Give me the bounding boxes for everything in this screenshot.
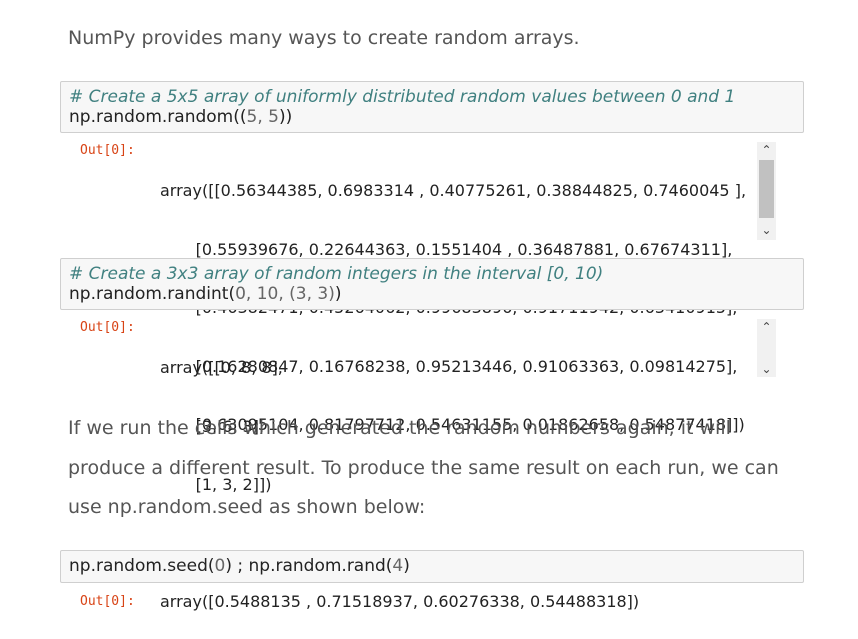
code-line: np.random.seed(0) ; np.random.rand(4) — [69, 556, 795, 576]
code-number: 5, 5 — [246, 107, 279, 127]
code-cell-3-input[interactable]: np.random.seed(0) ; np.random.rand(4) — [60, 550, 804, 583]
scroll-thumb[interactable] — [759, 160, 774, 218]
output-line: array([[0, 8, 8], — [160, 358, 283, 377]
code-text: np.random.seed( — [69, 556, 215, 576]
code-text: )) — [278, 107, 293, 127]
code-number: 0, 10, (3, 3) — [235, 284, 335, 304]
code-cell-3-output: array([0.5488135 , 0.71518937, 0.6027633… — [160, 592, 640, 611]
scroll-up-icon[interactable]: ⌃ — [757, 319, 776, 335]
output-line: array([[0.56344385, 0.6983314 , 0.407752… — [160, 181, 747, 200]
code-comment: # Create a 3x3 array of random integers … — [69, 264, 604, 284]
output-prompt: Out[0]: — [80, 320, 135, 335]
output-prompt: Out[0]: — [80, 594, 135, 609]
output-prompt: Out[0]: — [80, 143, 135, 158]
scroll-up-icon[interactable]: ⌃ — [757, 142, 776, 158]
paragraph-line: produce a different result. To produce t… — [68, 457, 779, 479]
output-line: [0.55939676, 0.22644363, 0.1551404 , 0.3… — [160, 239, 733, 259]
code-line: np.random.randint(0, 10, (3, 3)) — [69, 284, 795, 304]
code-comment: # Create a 5x5 array of uniformly distri… — [69, 87, 736, 107]
paragraph-line: use np.random.seed as shown below: — [68, 496, 426, 518]
code-text: ) ; np.random.rand( — [225, 556, 393, 576]
code-cell-1-input[interactable]: # Create a 5x5 array of uniformly distri… — [60, 81, 804, 133]
scroll-down-icon[interactable]: ⌄ — [757, 222, 776, 238]
code-cell-2-input[interactable]: # Create a 3x3 array of random integers … — [60, 258, 804, 310]
code-text: np.random.randint( — [69, 284, 236, 304]
code-line: np.random.random((5, 5)) — [69, 107, 795, 127]
code-number: 4 — [392, 556, 404, 576]
output-scrollbar[interactable]: ⌃ ⌄ — [757, 319, 776, 377]
output-scrollbar[interactable]: ⌃ ⌄ — [757, 142, 776, 240]
paragraph-line: If we run the cells which generated the … — [68, 417, 731, 439]
code-text: ) — [334, 284, 342, 304]
scroll-down-icon[interactable]: ⌄ — [757, 361, 776, 377]
code-number: 0 — [214, 556, 226, 576]
code-text: ) — [403, 556, 410, 576]
intro-paragraph: NumPy provides many ways to create rando… — [68, 27, 580, 49]
code-text: np.random.random(( — [69, 107, 247, 127]
